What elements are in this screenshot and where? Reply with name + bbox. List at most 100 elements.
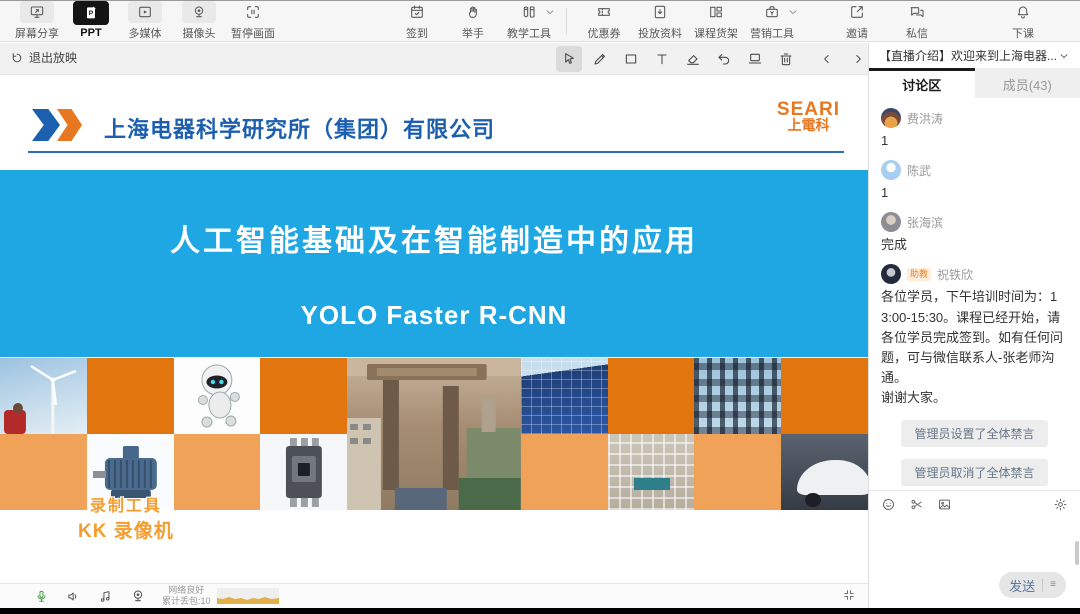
message-text: 1 <box>881 131 1068 151</box>
avatar <box>881 264 901 284</box>
text-tool-button[interactable] <box>649 46 675 72</box>
pen-icon <box>592 51 608 67</box>
exit-playback-label: 退出放映 <box>29 49 77 66</box>
chat-sidebar: 【直播介绍】欢迎来到上海电器... 讨论区成员(43) 费洪涛1陈武1张海滨完成… <box>868 43 1080 608</box>
image-icon[interactable] <box>937 497 952 512</box>
top-toolbar: 屏幕分享 P PPT 多媒体 摄像头暂停画面 签到举手 教学工具优惠券投放资料课程货架营销… <box>0 0 1080 42</box>
tab-discussion[interactable]: 讨论区 <box>869 68 975 98</box>
settings-icon[interactable] <box>1053 497 1068 512</box>
toolbar-invite-button[interactable]: 邀请 <box>834 1 880 41</box>
send-divider <box>1042 579 1043 592</box>
orange-tile-light <box>694 434 781 510</box>
test-chamber-photo <box>608 434 695 510</box>
toolbar-ppt-label: PPT <box>80 27 101 39</box>
toolbar-teaching-group: 签到举手 教学工具优惠券投放资料课程货架营销工具 <box>394 1 795 41</box>
microphone-icon[interactable] <box>34 589 49 604</box>
avatar <box>881 212 901 232</box>
screenshot-icon[interactable] <box>909 497 924 512</box>
toolbar-end-class-label: 下课 <box>1012 25 1034 41</box>
toolbar-materials-button[interactable]: 投放资料 <box>637 1 683 41</box>
toolbar-marketing-tools-button[interactable]: 营销工具 <box>749 1 795 41</box>
live-intro-header[interactable]: 【直播介绍】欢迎来到上海电器... <box>869 43 1080 68</box>
exit-fullscreen-button[interactable] <box>842 588 856 602</box>
live-intro-text: 【直播介绍】欢迎来到上海电器... <box>879 47 1058 64</box>
speaker-icon[interactable] <box>66 589 81 604</box>
user-name: 张海滨 <box>907 214 943 231</box>
send-options-icon[interactable]: ≡ <box>1050 580 1056 590</box>
toolbar-private-message-button[interactable]: 私信 <box>894 1 940 41</box>
undo-tool-button[interactable] <box>711 46 737 72</box>
coupon-icon <box>589 1 619 23</box>
chat-input[interactable] <box>869 519 1080 571</box>
toolbar-private-message-label: 私信 <box>906 25 928 41</box>
toolbar-course-shelf-button[interactable]: 课程货架 <box>693 1 739 41</box>
avatar <box>881 160 901 180</box>
orange-tile-dark <box>608 358 695 434</box>
chat-message-list: 费洪涛1陈武1张海滨完成助教祝铁欣各位学员，下午培训时间为：13:00-15:3… <box>869 98 1080 490</box>
toolbar-screen-share-button[interactable]: 屏幕分享 <box>14 1 60 41</box>
toolbar-invite-label: 邀请 <box>846 25 868 41</box>
toolbar-sign-in-button[interactable]: 签到 <box>394 1 440 41</box>
toolbar-teaching-tools-button[interactable]: 教学工具 <box>506 1 552 41</box>
toolbar-raise-hand-label: 举手 <box>462 25 484 41</box>
toolbar-pause-screen-button[interactable]: 暂停画面 <box>230 1 276 41</box>
message-text: 1 <box>881 183 1068 203</box>
electric-motor-photo <box>87 434 174 510</box>
scrollbar-thumb[interactable] <box>1075 541 1079 565</box>
toolbar-coupon-button[interactable]: 优惠券 <box>581 1 627 41</box>
exit-playback-icon <box>10 51 24 65</box>
toolbar-ppt-button[interactable]: P PPT <box>68 1 114 39</box>
orange-tile-dark <box>87 358 174 434</box>
message-text: 完成 <box>881 235 1068 255</box>
delete-tool-button[interactable] <box>773 46 799 72</box>
select-tool-button[interactable] <box>556 46 582 72</box>
network-history-sparkline <box>217 588 279 604</box>
device-status-icons <box>34 588 146 604</box>
toolbar-end-class-button[interactable]: 下课 <box>1000 1 1046 41</box>
pause-screen-icon <box>238 1 268 23</box>
toolbar-marketing-tools-label: 营销工具 <box>750 25 794 41</box>
orange-tile-light <box>174 434 261 510</box>
rectangle-icon <box>623 51 639 67</box>
pen-tool-button[interactable] <box>587 46 613 72</box>
toolbar-pause-screen-label: 暂停画面 <box>231 25 275 41</box>
prev-page-tool-button[interactable] <box>814 46 840 72</box>
emoji-icon[interactable] <box>881 497 896 512</box>
trash-icon <box>778 51 794 67</box>
system-message: 管理员取消了全体禁言 <box>901 459 1047 486</box>
webcam-icon[interactable] <box>130 588 146 604</box>
materials-icon <box>645 1 675 23</box>
webcam-icon <box>182 1 216 23</box>
slide-subtitle: YOLO Faster R-CNN <box>0 300 868 331</box>
chat-message: 张海滨完成 <box>881 212 1068 255</box>
invite-icon <box>842 1 872 23</box>
whiteboard-tool-button[interactable] <box>742 46 768 72</box>
music-icon[interactable] <box>98 589 113 604</box>
svg-text:P: P <box>89 10 94 17</box>
send-button[interactable]: 发送 ≡ <box>999 572 1066 598</box>
toolbar-raise-hand-button[interactable]: 举手 <box>450 1 496 41</box>
tab-members[interactable]: 成员(43) <box>975 68 1080 98</box>
chat-message: 陈武 1 <box>881 160 1068 203</box>
photo-mosaic-strip <box>0 358 868 510</box>
text-tool-icon <box>654 51 670 67</box>
toolbar-multimedia-button[interactable]: 多媒体 <box>122 1 168 41</box>
rectangle-tool-button[interactable] <box>618 46 644 72</box>
car-photo <box>781 434 868 510</box>
toolbar-course-shelf-label: 课程货架 <box>694 25 738 41</box>
annotation-toolbar <box>556 46 871 72</box>
send-label: 发送 <box>1009 576 1035 595</box>
message-header: 张海滨 <box>881 212 1068 232</box>
toolbar-camera-button[interactable]: 摄像头 <box>176 1 222 41</box>
eraser-tool-button[interactable] <box>680 46 706 72</box>
chat-message: 助教祝铁欣各位学员，下午培训时间为：13:00-15:30。课程已经开始，请各位… <box>881 264 1068 408</box>
message-header: 陈武 <box>881 160 1068 180</box>
toolbar-multimedia-label: 多媒体 <box>129 25 162 41</box>
user-name: 祝铁欣 <box>937 266 973 283</box>
board-icon <box>747 51 763 67</box>
exit-playback-button[interactable]: 退出放映 <box>10 49 77 66</box>
slide-header: 上海电器科学研究所（集团）有限公司 SEARI 上電科 <box>0 76 868 153</box>
multimedia-icon <box>128 1 162 23</box>
toolbar-source-group: 屏幕分享 P PPT 多媒体 摄像头暂停画面 <box>14 1 276 41</box>
toolbar-camera-label: 摄像头 <box>183 25 216 41</box>
